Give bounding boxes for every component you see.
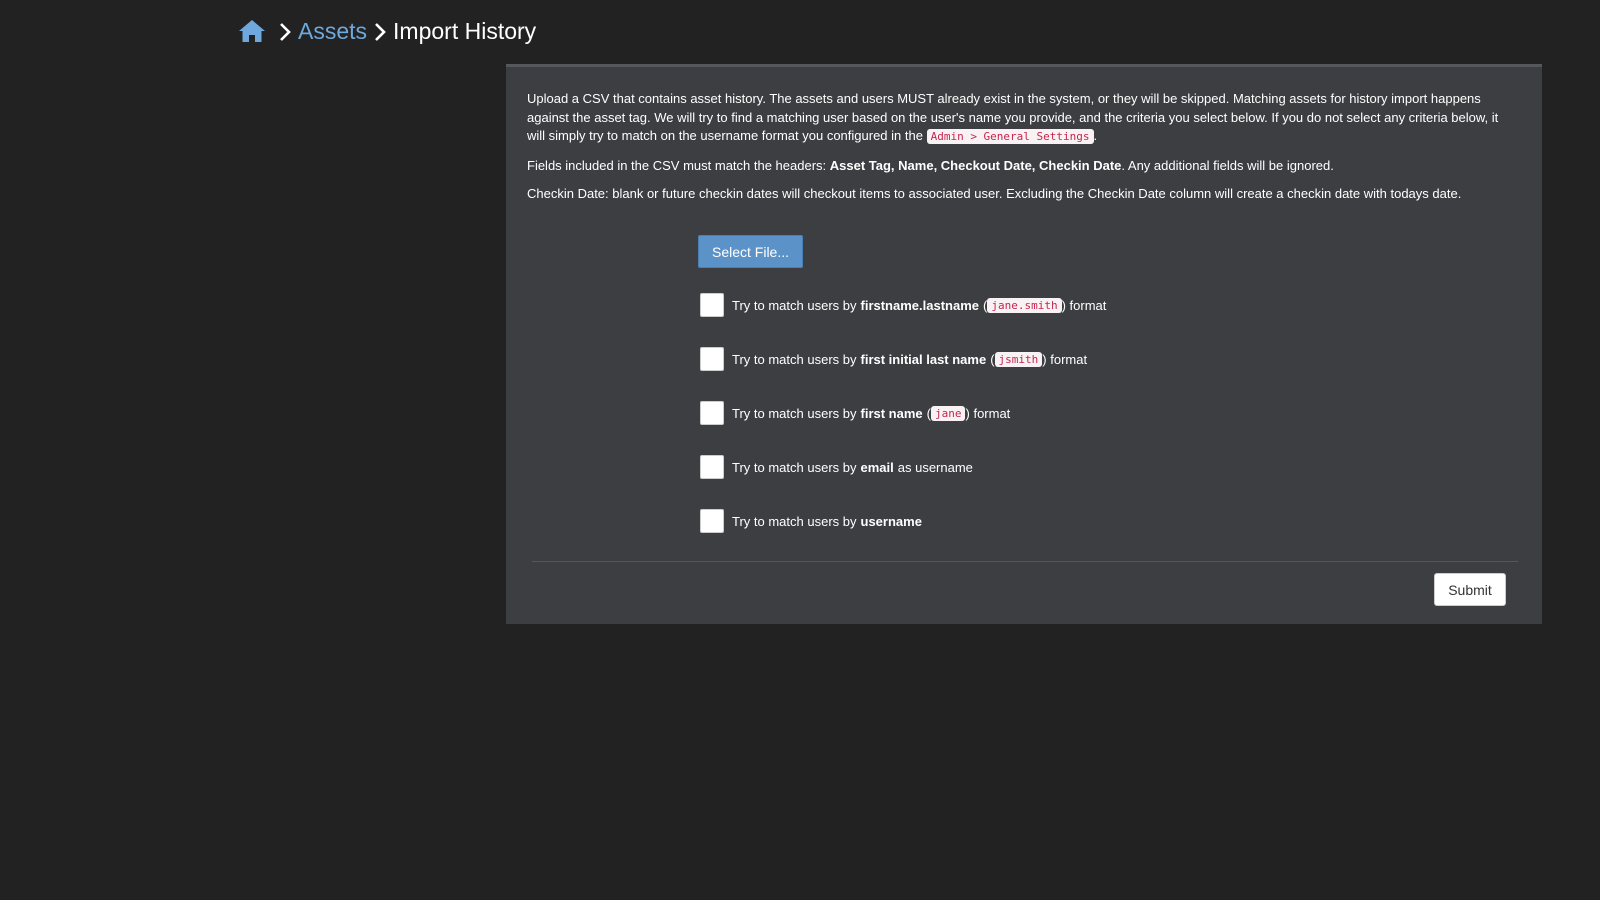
match-firstname-lastname-checkbox[interactable] xyxy=(700,293,724,317)
submit-button[interactable]: Submit xyxy=(1434,573,1506,606)
instructions: Upload a CSV that contains asset history… xyxy=(527,90,1517,214)
option-suffix: format xyxy=(973,405,1011,421)
home-icon[interactable] xyxy=(238,18,266,44)
chevron-right-icon xyxy=(278,21,292,41)
match-first-name-checkbox[interactable] xyxy=(700,401,724,425)
import-history-panel: Upload a CSV that contains asset history… xyxy=(506,64,1542,624)
option-label: Try to match users by xyxy=(732,513,857,529)
option-label: Try to match users by xyxy=(732,459,857,475)
option-label: Try to match users by xyxy=(732,297,857,313)
option-paren: ) xyxy=(1042,351,1047,367)
match-email-checkbox[interactable] xyxy=(700,455,724,479)
option-format-name: firstname.lastname xyxy=(860,297,980,313)
page-title: Import History xyxy=(393,17,537,44)
option-paren: ) xyxy=(1061,297,1066,313)
match-first-initial-last-name-checkbox[interactable] xyxy=(700,347,724,371)
breadcrumb: Assets Import History xyxy=(238,16,536,46)
option-example-code: jane.smith xyxy=(987,297,1062,313)
option-suffix: format xyxy=(1069,297,1107,313)
instructions-text: Fields included in the CSV must match th… xyxy=(527,157,830,173)
option-label: Try to match users by xyxy=(732,405,857,421)
instructions-paragraph-3: Checkin Date: blank or future checkin da… xyxy=(527,186,1462,201)
select-file-button[interactable]: Select File... xyxy=(698,235,803,268)
match-username-option[interactable]: Try to match users by username xyxy=(700,508,926,534)
required-headers: Asset Tag, Name, Checkout Date, Checkin … xyxy=(829,157,1122,173)
option-format-name: first name xyxy=(860,405,923,421)
form-divider xyxy=(532,561,1518,562)
option-format-name: first initial last name xyxy=(860,351,987,367)
option-paren: ( xyxy=(990,351,995,367)
match-first-initial-last-name-option[interactable]: Try to match users by first initial last… xyxy=(700,346,1087,372)
option-label: Try to match users by xyxy=(732,351,857,367)
match-first-name-option[interactable]: Try to match users by first name (jane) … xyxy=(700,400,1010,426)
chevron-right-icon xyxy=(373,21,387,41)
option-format-name: username xyxy=(860,513,922,529)
option-example-code: jane xyxy=(930,405,966,421)
option-suffix: as username xyxy=(897,459,973,475)
breadcrumb-assets-link[interactable]: Assets xyxy=(298,18,367,45)
option-paren: ) xyxy=(965,405,970,421)
option-format-name: email xyxy=(860,459,894,475)
match-firstname-lastname-option[interactable]: Try to match users by firstname.lastname… xyxy=(700,292,1106,318)
instructions-paragraph-1: Upload a CSV that contains asset history… xyxy=(527,90,1517,147)
option-suffix: format xyxy=(1050,351,1088,367)
option-example-code: jsmith xyxy=(994,351,1043,367)
match-username-checkbox[interactable] xyxy=(700,509,724,533)
instructions-text: . Any additional fields will be ignored. xyxy=(1121,157,1334,173)
instructions-paragraph-2: Fields included in the CSV must match th… xyxy=(527,157,1517,176)
instructions-text: . xyxy=(1093,128,1098,143)
settings-path-code: Admin > General Settings xyxy=(926,129,1094,144)
match-email-option[interactable]: Try to match users by email as username xyxy=(700,454,973,480)
